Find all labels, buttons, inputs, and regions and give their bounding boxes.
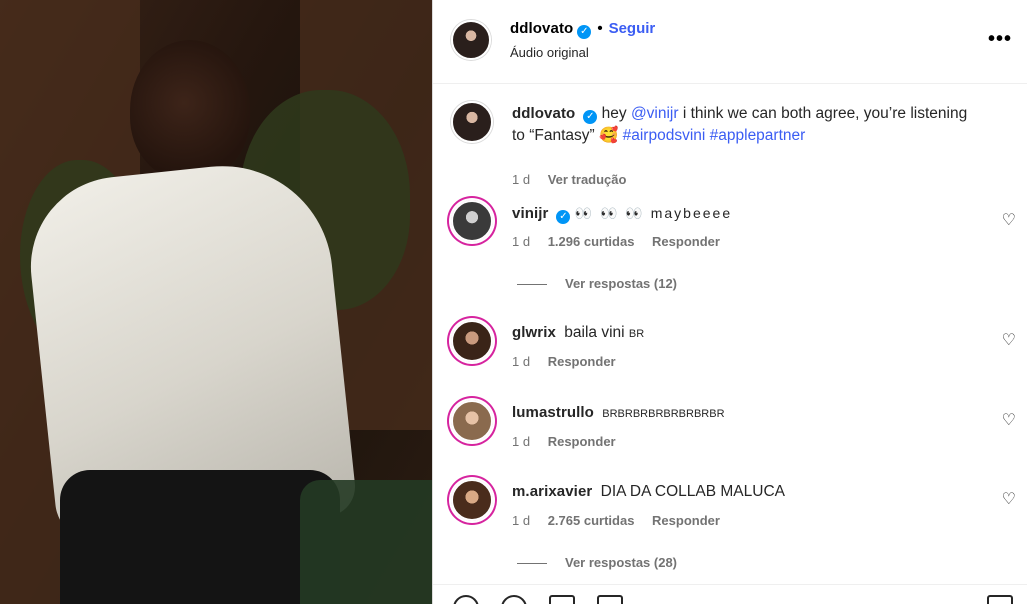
comment-likes[interactable]: 1.296 curtidas <box>548 234 635 249</box>
caption-username[interactable]: ddlovato <box>512 105 575 122</box>
comment-body: baila vini <box>564 324 625 341</box>
verified-badge-icon: ✓ <box>556 210 571 224</box>
reply-button[interactable]: Responder <box>652 234 720 249</box>
post-header: ddlovato ✓ • Seguir Áudio original ••• <box>433 0 1027 84</box>
comment-username[interactable]: glwrix <box>512 324 556 341</box>
comment-text: m.arixavier DIA DA COLLAB MALUCA <box>512 481 982 503</box>
view-replies-label: Ver respostas (12) <box>565 276 678 291</box>
comment-username[interactable]: m.arixavier <box>512 483 592 500</box>
flag-text: BRBRBRBRBRBRBRBR <box>602 408 725 420</box>
view-replies-button[interactable]: Ver respostas (12) <box>517 276 677 291</box>
audio-label[interactable]: Áudio original <box>510 45 589 60</box>
repost-icon[interactable] <box>597 595 623 604</box>
commenter-avatar[interactable] <box>451 400 493 442</box>
flag-text: BR <box>628 328 645 340</box>
heart-icon[interactable]: ♡ <box>1002 489 1016 509</box>
caption-avatar[interactable] <box>451 101 493 143</box>
green-couch <box>300 480 432 604</box>
view-replies-label: Ver respostas (28) <box>565 555 678 570</box>
reply-button[interactable]: Responder <box>548 354 616 369</box>
replies-divider <box>517 284 547 286</box>
more-options-icon[interactable]: ••• <box>988 28 1012 51</box>
comment-username[interactable]: vinijr <box>512 205 548 222</box>
comment-time: 1 d <box>512 513 531 528</box>
follow-button[interactable]: Seguir <box>609 20 656 37</box>
comment-username[interactable]: lumastrullo <box>512 404 594 421</box>
comment-meta: 1 d Responder <box>512 354 630 369</box>
share-icon[interactable] <box>549 595 575 604</box>
heart-icon[interactable]: ♡ <box>1002 410 1016 430</box>
separator-dot: • <box>597 20 603 37</box>
comment-meta: 1 d 2.765 curtidas Responder <box>512 513 734 528</box>
mention-link[interactable]: @vinijr <box>631 105 679 122</box>
author-line: ddlovato ✓ • Seguir <box>510 20 655 39</box>
heart-icon[interactable]: ♡ <box>1002 210 1016 230</box>
hashtag-links[interactable]: #airpodsvini #applepartner <box>618 127 806 144</box>
caption-text-before: hey <box>601 105 631 122</box>
person-pants <box>60 470 340 604</box>
replies-divider <box>517 563 547 565</box>
comment-icon[interactable] <box>501 595 527 604</box>
translate-button[interactable]: Ver tradução <box>548 172 627 187</box>
caption-time: 1 d <box>512 172 531 187</box>
post-sidebar: ddlovato ✓ • Seguir Áudio original ••• ddlo… <box>432 0 1027 604</box>
author-username[interactable]: ddlovato <box>510 20 573 37</box>
reply-button[interactable]: Responder <box>548 434 616 449</box>
author-avatar[interactable] <box>451 20 491 60</box>
comment-text: lumastrullo BRBRBRBRBRBRBRBR <box>512 402 982 425</box>
comment-text: vinijr ✓ 👀 👀 👀 maybeeee <box>512 202 982 225</box>
verified-badge-icon: ✓ <box>577 25 592 39</box>
comment-time: 1 d <box>512 354 531 369</box>
comments-list[interactable]: ddlovato ✓ hey @vinijr i think we can bot… <box>433 84 1027 584</box>
comment-text: glwrix baila vini BR <box>512 322 982 345</box>
caption-meta: 1 d Ver tradução <box>512 172 640 187</box>
comment-body: 👀 👀 👀 maybeeee <box>574 205 733 221</box>
post-actions-bar <box>433 584 1027 604</box>
like-icon[interactable] <box>453 595 479 604</box>
emoji: 🥰 <box>599 127 619 144</box>
person-head <box>130 40 250 180</box>
commenter-avatar[interactable] <box>451 200 493 242</box>
comment-time: 1 d <box>512 234 531 249</box>
caption-text: ddlovato ✓ hey @vinijr i think we can bot… <box>512 103 982 147</box>
post-video[interactable] <box>0 0 432 604</box>
comment-body: DIA DA COLLAB MALUCA <box>600 483 785 500</box>
comment-time: 1 d <box>512 434 531 449</box>
view-replies-button[interactable]: Ver respostas (28) <box>517 555 677 570</box>
commenter-avatar[interactable] <box>451 320 493 362</box>
verified-badge-icon: ✓ <box>583 110 598 124</box>
comment-meta: 1 d 1.296 curtidas Responder <box>512 234 734 249</box>
comment-likes[interactable]: 2.765 curtidas <box>548 513 635 528</box>
reply-button[interactable]: Responder <box>652 513 720 528</box>
heart-icon[interactable]: ♡ <box>1002 330 1016 350</box>
save-icon[interactable] <box>987 595 1013 604</box>
comment-meta: 1 d Responder <box>512 434 630 449</box>
commenter-avatar[interactable] <box>451 479 493 521</box>
